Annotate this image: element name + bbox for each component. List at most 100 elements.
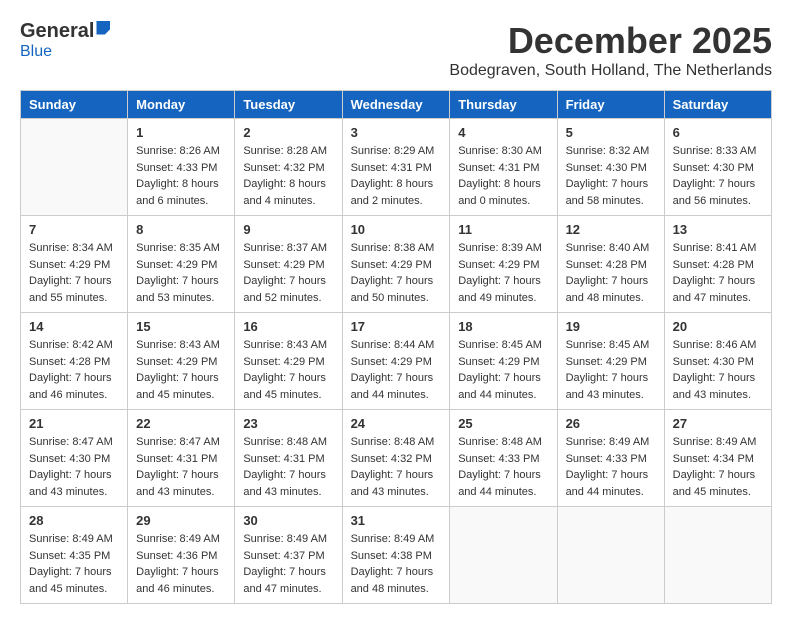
weekday-header-tuesday: Tuesday — [235, 91, 342, 119]
day-number: 10 — [351, 222, 442, 237]
daylight-text: Daylight: 7 hours and 43 minutes. — [29, 469, 112, 498]
sunrise-text: Sunrise: 8:38 AM — [351, 242, 435, 254]
sunrise-text: Sunrise: 8:45 AM — [458, 339, 542, 351]
weekday-header-saturday: Saturday — [664, 91, 771, 119]
sunrise-text: Sunrise: 8:32 AM — [566, 145, 650, 157]
daylight-text: Daylight: 8 hours and 2 minutes. — [351, 178, 434, 207]
day-number: 15 — [136, 319, 226, 334]
sunset-text: Sunset: 4:33 PM — [566, 453, 647, 465]
day-info: Sunrise: 8:43 AM Sunset: 4:29 PM Dayligh… — [243, 337, 333, 403]
calendar-cell: 19 Sunrise: 8:45 AM Sunset: 4:29 PM Dayl… — [557, 313, 664, 410]
daylight-text: Daylight: 7 hours and 43 minutes. — [243, 469, 326, 498]
daylight-text: Daylight: 7 hours and 44 minutes. — [566, 469, 649, 498]
day-info: Sunrise: 8:26 AM Sunset: 4:33 PM Dayligh… — [136, 143, 226, 209]
calendar-cell: 10 Sunrise: 8:38 AM Sunset: 4:29 PM Dayl… — [342, 216, 450, 313]
daylight-text: Daylight: 7 hours and 43 minutes. — [566, 372, 649, 401]
sunrise-text: Sunrise: 8:46 AM — [673, 339, 757, 351]
sunrise-text: Sunrise: 8:43 AM — [243, 339, 327, 351]
sunset-text: Sunset: 4:30 PM — [673, 356, 754, 368]
sunrise-text: Sunrise: 8:44 AM — [351, 339, 435, 351]
daylight-text: Daylight: 7 hours and 58 minutes. — [566, 178, 649, 207]
sunset-text: Sunset: 4:28 PM — [29, 356, 110, 368]
daylight-text: Daylight: 7 hours and 43 minutes. — [136, 469, 219, 498]
calendar-cell: 22 Sunrise: 8:47 AM Sunset: 4:31 PM Dayl… — [128, 410, 235, 507]
sunrise-text: Sunrise: 8:48 AM — [458, 436, 542, 448]
day-number: 4 — [458, 125, 548, 140]
calendar-cell: 23 Sunrise: 8:48 AM Sunset: 4:31 PM Dayl… — [235, 410, 342, 507]
daylight-text: Daylight: 8 hours and 0 minutes. — [458, 178, 541, 207]
sunset-text: Sunset: 4:30 PM — [673, 162, 754, 174]
sunset-text: Sunset: 4:28 PM — [566, 259, 647, 271]
sunset-text: Sunset: 4:32 PM — [243, 162, 324, 174]
sunrise-text: Sunrise: 8:47 AM — [29, 436, 113, 448]
logo-general-text: General — [20, 20, 94, 43]
day-info: Sunrise: 8:47 AM Sunset: 4:31 PM Dayligh… — [136, 434, 226, 500]
day-number: 25 — [458, 416, 548, 431]
calendar-cell — [664, 507, 771, 604]
daylight-text: Daylight: 7 hours and 46 minutes. — [136, 566, 219, 595]
sunrise-text: Sunrise: 8:49 AM — [136, 533, 220, 545]
day-info: Sunrise: 8:30 AM Sunset: 4:31 PM Dayligh… — [458, 143, 548, 209]
sunset-text: Sunset: 4:29 PM — [458, 356, 539, 368]
sunset-text: Sunset: 4:33 PM — [458, 453, 539, 465]
sunrise-text: Sunrise: 8:33 AM — [673, 145, 757, 157]
calendar-cell: 15 Sunrise: 8:43 AM Sunset: 4:29 PM Dayl… — [128, 313, 235, 410]
calendar-cell: 31 Sunrise: 8:49 AM Sunset: 4:38 PM Dayl… — [342, 507, 450, 604]
sunrise-text: Sunrise: 8:35 AM — [136, 242, 220, 254]
day-info: Sunrise: 8:43 AM Sunset: 4:29 PM Dayligh… — [136, 337, 226, 403]
day-info: Sunrise: 8:32 AM Sunset: 4:30 PM Dayligh… — [566, 143, 656, 209]
day-number: 9 — [243, 222, 333, 237]
day-info: Sunrise: 8:33 AM Sunset: 4:30 PM Dayligh… — [673, 143, 763, 209]
day-number: 22 — [136, 416, 226, 431]
day-number: 31 — [351, 513, 442, 528]
day-number: 2 — [243, 125, 333, 140]
calendar-cell: 21 Sunrise: 8:47 AM Sunset: 4:30 PM Dayl… — [21, 410, 128, 507]
weekday-header-thursday: Thursday — [450, 91, 557, 119]
sunrise-text: Sunrise: 8:49 AM — [566, 436, 650, 448]
calendar-cell: 8 Sunrise: 8:35 AM Sunset: 4:29 PM Dayli… — [128, 216, 235, 313]
sunrise-text: Sunrise: 8:42 AM — [29, 339, 113, 351]
sunrise-text: Sunrise: 8:26 AM — [136, 145, 220, 157]
day-number: 1 — [136, 125, 226, 140]
day-info: Sunrise: 8:37 AM Sunset: 4:29 PM Dayligh… — [243, 240, 333, 306]
day-number: 7 — [29, 222, 119, 237]
calendar-cell: 27 Sunrise: 8:49 AM Sunset: 4:34 PM Dayl… — [664, 410, 771, 507]
sunset-text: Sunset: 4:30 PM — [566, 162, 647, 174]
calendar-week-row: 28 Sunrise: 8:49 AM Sunset: 4:35 PM Dayl… — [21, 507, 772, 604]
day-number: 17 — [351, 319, 442, 334]
daylight-text: Daylight: 8 hours and 6 minutes. — [136, 178, 219, 207]
day-number: 30 — [243, 513, 333, 528]
weekday-header-row: SundayMondayTuesdayWednesdayThursdayFrid… — [21, 91, 772, 119]
sunrise-text: Sunrise: 8:37 AM — [243, 242, 327, 254]
daylight-text: Daylight: 7 hours and 52 minutes. — [243, 275, 326, 304]
calendar-week-row: 21 Sunrise: 8:47 AM Sunset: 4:30 PM Dayl… — [21, 410, 772, 507]
daylight-text: Daylight: 7 hours and 50 minutes. — [351, 275, 434, 304]
day-info: Sunrise: 8:48 AM Sunset: 4:32 PM Dayligh… — [351, 434, 442, 500]
calendar-cell: 25 Sunrise: 8:48 AM Sunset: 4:33 PM Dayl… — [450, 410, 557, 507]
daylight-text: Daylight: 7 hours and 45 minutes. — [136, 372, 219, 401]
day-number: 20 — [673, 319, 763, 334]
calendar-cell: 16 Sunrise: 8:43 AM Sunset: 4:29 PM Dayl… — [235, 313, 342, 410]
day-info: Sunrise: 8:45 AM Sunset: 4:29 PM Dayligh… — [566, 337, 656, 403]
calendar-header: SundayMondayTuesdayWednesdayThursdayFrid… — [21, 91, 772, 119]
calendar-week-row: 14 Sunrise: 8:42 AM Sunset: 4:28 PM Dayl… — [21, 313, 772, 410]
day-info: Sunrise: 8:35 AM Sunset: 4:29 PM Dayligh… — [136, 240, 226, 306]
calendar-cell: 18 Sunrise: 8:45 AM Sunset: 4:29 PM Dayl… — [450, 313, 557, 410]
daylight-text: Daylight: 7 hours and 44 minutes. — [458, 372, 541, 401]
calendar-cell — [450, 507, 557, 604]
logo: General Blue — [20, 20, 110, 61]
calendar-cell: 14 Sunrise: 8:42 AM Sunset: 4:28 PM Dayl… — [21, 313, 128, 410]
calendar-table: SundayMondayTuesdayWednesdayThursdayFrid… — [20, 90, 772, 604]
logo-blue-text: Blue — [20, 43, 52, 61]
weekday-header-monday: Monday — [128, 91, 235, 119]
daylight-text: Daylight: 7 hours and 43 minutes. — [351, 469, 434, 498]
day-info: Sunrise: 8:45 AM Sunset: 4:29 PM Dayligh… — [458, 337, 548, 403]
sunset-text: Sunset: 4:29 PM — [243, 356, 324, 368]
calendar-cell: 11 Sunrise: 8:39 AM Sunset: 4:29 PM Dayl… — [450, 216, 557, 313]
sunset-text: Sunset: 4:31 PM — [243, 453, 324, 465]
day-info: Sunrise: 8:38 AM Sunset: 4:29 PM Dayligh… — [351, 240, 442, 306]
sunrise-text: Sunrise: 8:34 AM — [29, 242, 113, 254]
sunrise-text: Sunrise: 8:45 AM — [566, 339, 650, 351]
sunset-text: Sunset: 4:29 PM — [136, 356, 217, 368]
daylight-text: Daylight: 7 hours and 44 minutes. — [351, 372, 434, 401]
